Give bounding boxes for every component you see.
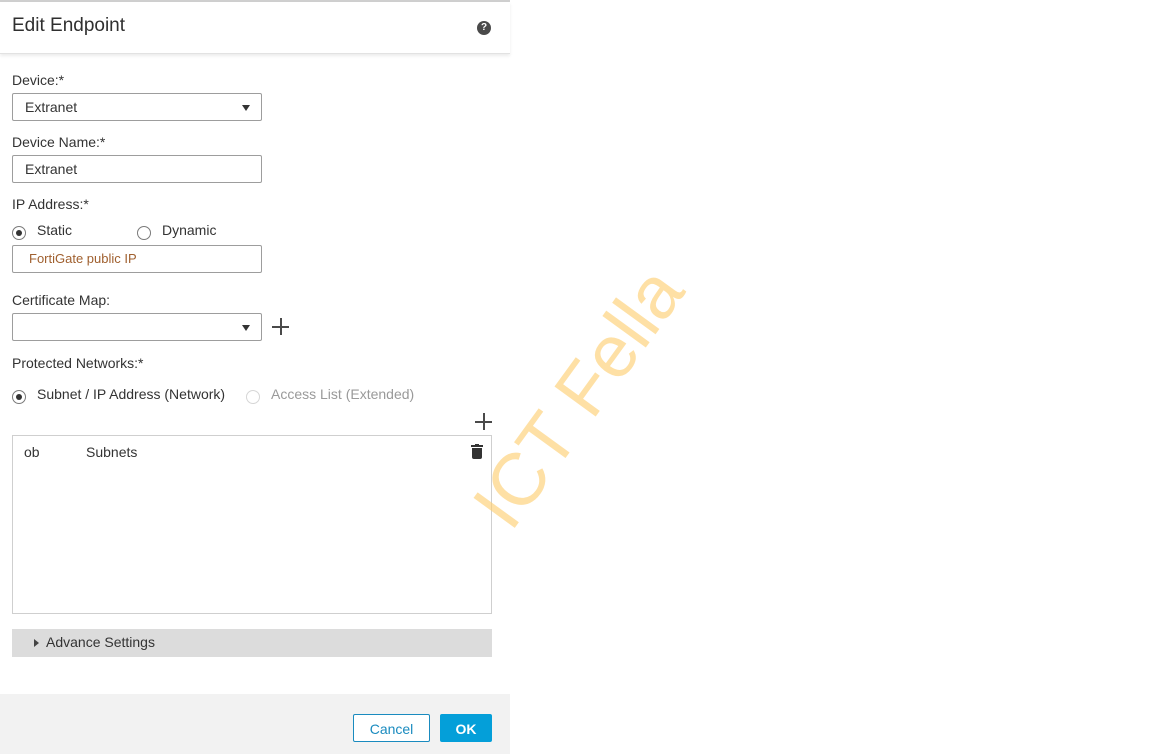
ip-address-value: FortiGate public IP [29, 251, 137, 266]
chevron-down-icon [242, 105, 250, 111]
device-name-input[interactable]: Extranet [12, 155, 262, 183]
access-list-radio [246, 390, 260, 404]
cancel-button[interactable]: Cancel [353, 714, 430, 742]
protected-networks-label: Protected Networks:* [12, 355, 144, 371]
add-certificate-map-icon[interactable] [272, 318, 289, 335]
dialog-header: Edit Endpoint ? [0, 2, 510, 54]
help-icon[interactable]: ? [477, 21, 491, 35]
add-network-icon[interactable] [475, 413, 492, 430]
dialog-title: Edit Endpoint [12, 15, 126, 36]
edit-endpoint-dialog: Edit Endpoint ? Device:* Extranet Device… [0, 0, 510, 754]
table-header-subnets: Subnets [86, 444, 138, 460]
static-radio[interactable] [12, 226, 26, 240]
device-select[interactable]: Extranet [12, 93, 262, 121]
device-select-value: Extranet [25, 99, 78, 115]
protected-networks-table: ob Subnets [12, 435, 492, 614]
ip-address-input[interactable]: FortiGate public IP [12, 245, 262, 273]
trash-icon[interactable] [471, 444, 483, 460]
subnet-ip-radio-label: Subnet / IP Address (Network) [37, 386, 226, 402]
chevron-down-icon [242, 325, 250, 331]
dialog-footer: Cancel OK [0, 694, 510, 754]
advance-settings-label: Advance Settings [46, 634, 155, 650]
device-name-label: Device Name:* [12, 134, 106, 150]
access-list-radio-label: Access List (Extended) [271, 386, 415, 402]
device-label: Device:* [12, 72, 65, 88]
static-radio-label: Static [37, 222, 73, 238]
device-name-value: Extranet [25, 161, 78, 177]
certificate-map-select[interactable] [12, 313, 262, 341]
subnet-ip-radio[interactable] [12, 390, 26, 404]
dynamic-radio[interactable] [137, 226, 151, 240]
dynamic-radio-label: Dynamic [162, 222, 217, 238]
certificate-map-label: Certificate Map: [12, 292, 111, 308]
ip-address-label: IP Address:* [12, 196, 89, 212]
ok-button[interactable]: OK [440, 714, 492, 742]
advance-settings-toggle[interactable]: Advance Settings [12, 629, 492, 657]
chevron-right-icon [34, 639, 39, 647]
table-header-object: ob [24, 444, 40, 460]
